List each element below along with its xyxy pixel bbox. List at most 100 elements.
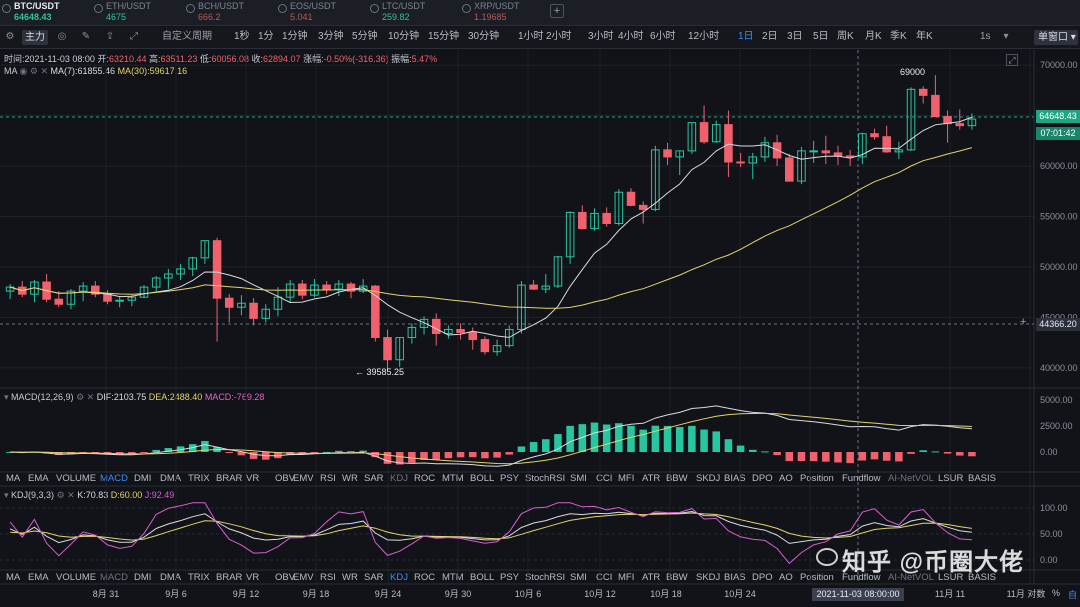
- candle-body: [383, 337, 392, 361]
- macd-histogram-bar: [335, 450, 343, 452]
- macd-histogram-bar: [529, 442, 538, 452]
- macd-axis-label: 2500.00: [1040, 421, 1073, 431]
- macd-histogram-bar: [748, 449, 757, 452]
- macd-histogram-bar: [870, 452, 879, 460]
- candle-body: [785, 157, 794, 182]
- macd-histogram-bar: [493, 452, 501, 458]
- macd-histogram-bar: [675, 427, 684, 452]
- macd-histogram-bar: [895, 452, 903, 462]
- candle-body: [249, 302, 258, 319]
- date-axis-label: 9月 30: [445, 589, 472, 599]
- crosshair-price-tag: 44366.20: [1036, 318, 1080, 331]
- candle-body: [918, 88, 928, 96]
- macd-histogram-bar: [943, 452, 952, 454]
- macd-histogram-bar: [773, 452, 781, 456]
- date-axis-label: 8月 31: [93, 589, 120, 599]
- macd-histogram-bar: [858, 452, 867, 461]
- macd-histogram-bar: [444, 452, 453, 459]
- price-axis-label: 40000.00: [1040, 363, 1078, 373]
- macd-histogram-bar: [907, 452, 915, 454]
- candle-body: [882, 136, 891, 153]
- macd-histogram-bar: [968, 452, 976, 457]
- high-annotation: 69000: [900, 67, 926, 77]
- macd-histogram-bar: [517, 446, 526, 452]
- macd-histogram-bar: [797, 452, 806, 462]
- macd-histogram-bar: [456, 452, 465, 458]
- macd-histogram-bar: [919, 450, 927, 452]
- candle-body: [699, 122, 709, 143]
- candle-body: [224, 297, 234, 308]
- date-axis-label: 9月 6: [165, 589, 187, 599]
- kdj-axis-label: 0.00: [1040, 555, 1058, 565]
- macd-histogram-bar: [688, 425, 696, 452]
- expand-icon[interactable]: ⤢: [1006, 54, 1018, 66]
- macd-axis-label: 0.00: [1040, 447, 1058, 457]
- candle-body: [602, 212, 611, 225]
- price-axis-label: 60000.00: [1040, 161, 1078, 171]
- macd-histogram-bar: [931, 451, 940, 453]
- macd-histogram-bar: [822, 452, 830, 462]
- date-axis-label: 10月 6: [515, 589, 542, 599]
- macd-histogram-bar: [468, 452, 477, 458]
- macd-histogram-bar: [542, 439, 550, 452]
- macd-histogram-bar: [310, 452, 319, 453]
- ma30-line: [9, 147, 973, 309]
- date-axis-label: 9月 18: [303, 589, 330, 599]
- macd-histogram-bar: [882, 452, 891, 461]
- candle-body: [578, 211, 587, 230]
- candle-body: [724, 124, 733, 163]
- candle-body: [821, 150, 831, 154]
- auto-scale-toggle[interactable]: 自: [1068, 588, 1077, 601]
- macd-histogram-bar: [566, 425, 574, 452]
- macd-histogram-bar: [432, 452, 440, 460]
- macd-histogram-bar: [347, 451, 355, 453]
- macd-histogram-bar: [225, 452, 234, 453]
- date-axis-label: 11月 对数: [1007, 588, 1046, 599]
- candle-body: [298, 283, 307, 296]
- date-axis-label: 9月 12: [233, 589, 260, 599]
- date-axis-label: 10月 18: [650, 589, 682, 599]
- candle-body: [663, 149, 672, 158]
- macd-axis-label: 5000.00: [1040, 395, 1073, 405]
- countdown-tag: 07:01:42: [1036, 127, 1080, 140]
- macd-histogram-bar: [834, 452, 842, 463]
- crosshair-plus-icon[interactable]: +: [1020, 316, 1026, 328]
- candle-body: [955, 123, 965, 127]
- price-axis-label: 70000.00: [1040, 60, 1078, 70]
- last-price-tag: 64648.43: [1036, 110, 1080, 123]
- kdj-axis-label: 100.00: [1040, 503, 1068, 513]
- candle-body: [638, 204, 648, 210]
- candle-body: [870, 133, 879, 138]
- macd-histogram-bar: [627, 425, 635, 452]
- macd-histogram-bar: [663, 425, 672, 452]
- candle-body: [322, 284, 331, 290]
- candle-body: [529, 284, 538, 290]
- date-axis-label: 10月 24: [724, 589, 756, 599]
- macd-histogram-bar: [724, 439, 733, 452]
- candle-body: [103, 293, 112, 302]
- macd-histogram-bar: [651, 425, 660, 452]
- candle-body: [54, 298, 64, 305]
- macd-histogram-bar: [955, 452, 964, 456]
- macd-histogram-bar: [785, 452, 794, 462]
- candle-body: [212, 240, 222, 299]
- macd-histogram-bar: [152, 449, 160, 452]
- candle-body: [809, 150, 818, 153]
- candle-body: [833, 152, 843, 157]
- percent-toggle[interactable]: %: [1052, 588, 1060, 598]
- candle-body: [736, 161, 745, 164]
- low-annotation: ← 39585.25: [355, 367, 405, 377]
- candle-body: [626, 191, 636, 206]
- crosshair-date-tag: 2021-11-03 08:00:00: [812, 588, 904, 601]
- macd-histogram-bar: [639, 429, 647, 452]
- candle-body: [431, 318, 441, 335]
- candle-body: [468, 332, 478, 341]
- kline-chart[interactable]: 70000.0065000.0060000.0055000.0050000.00…: [0, 0, 1080, 607]
- watermark: 知乎 @币圈大佬: [842, 549, 1025, 576]
- macd-histogram-bar: [700, 429, 708, 452]
- date-axis-label: 10月 12: [584, 589, 616, 599]
- macd-histogram-bar: [809, 452, 818, 462]
- date-axis-label: 11月 11: [935, 589, 965, 599]
- macd-histogram-bar: [249, 452, 258, 459]
- macd-histogram-bar: [712, 431, 721, 452]
